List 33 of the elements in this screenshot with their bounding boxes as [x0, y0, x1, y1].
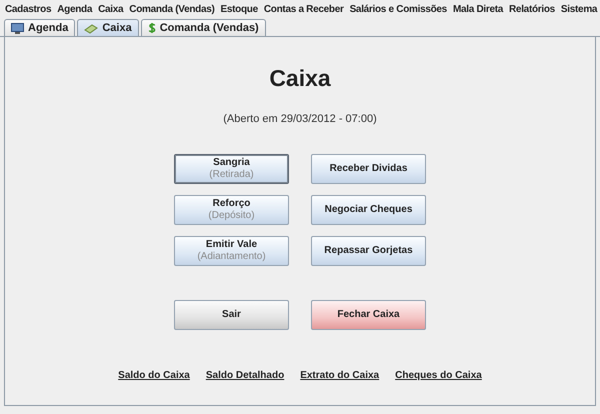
dollar-icon	[148, 22, 156, 34]
tab[interactable]: Agenda	[4, 19, 76, 36]
opened-at-text: (Aberto em 29/03/2012 - 07:00)	[223, 113, 377, 125]
tab-label: Comanda (Vendas)	[160, 22, 259, 34]
action-button[interactable]: Repassar Gorjetas	[311, 236, 426, 266]
monitor-icon	[11, 22, 24, 34]
tab[interactable]: Caixa	[77, 19, 139, 36]
menu-item[interactable]: Contas a Receber	[260, 3, 347, 16]
close-cash-button[interactable]: Fechar Caixa	[311, 300, 426, 330]
action-button[interactable]: Negociar Cheques	[311, 195, 426, 225]
action-button[interactable]: Sangria (Retirada)	[174, 154, 289, 184]
tab-label: Agenda	[28, 22, 68, 34]
cash-icon	[84, 22, 98, 34]
menu-item[interactable]: Agenda	[54, 3, 96, 16]
menu-item[interactable]: Mala Direta	[450, 3, 506, 16]
report-link[interactable]: Saldo Detalhado	[206, 370, 284, 381]
tab[interactable]: Comanda (Vendas)	[140, 19, 266, 36]
page-title: Caixa	[269, 65, 331, 92]
report-link[interactable]: Saldo do Caixa	[118, 370, 190, 381]
menu-item[interactable]: Sistema	[558, 3, 600, 16]
menu-item[interactable]: Relatórios	[506, 3, 558, 16]
menu-item[interactable]: Estoque	[218, 3, 261, 16]
menu-item[interactable]: Cadastros	[2, 3, 54, 16]
action-button[interactable]: Reforço (Depósito)	[174, 195, 289, 225]
action-button[interactable]: Emitir Vale (Adiantamento)	[174, 236, 289, 266]
menu-item[interactable]: Caixa	[95, 3, 126, 16]
exit-button[interactable]: Sair	[174, 300, 289, 330]
report-link[interactable]: Extrato do Caixa	[300, 370, 380, 381]
tab-label: Caixa	[102, 22, 132, 34]
report-link[interactable]: Cheques do Caixa	[395, 370, 482, 381]
menu-item[interactable]: Salários e Comissões	[346, 3, 450, 16]
action-button[interactable]: Receber Dividas	[311, 154, 426, 184]
menu-item[interactable]: Comanda (Vendas)	[126, 3, 218, 16]
